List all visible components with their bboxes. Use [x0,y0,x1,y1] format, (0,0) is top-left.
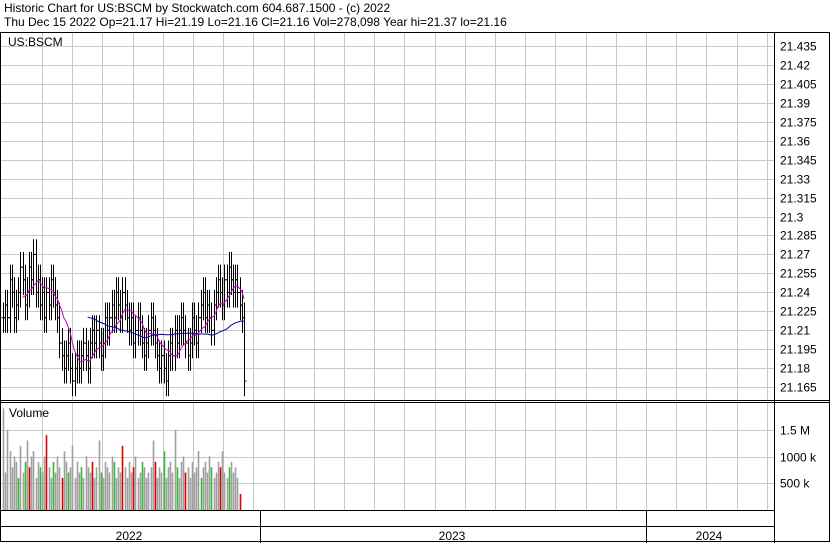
volume-tick-label: 1.5 M [780,424,810,438]
price-tick-label: 21.195 [780,343,817,357]
stock-chart: 21.435 21.42 21.405 21.39 21.375 21.36 21.345 2… [0,32,830,543]
price-tick-label: 21.27 [780,248,810,262]
price-tick-label: 21.24 [780,286,810,300]
price-bars [1,239,247,397]
price-tick-label: 21.36 [780,135,810,149]
price-panel-title: US:BSCM [8,35,63,49]
price-gridlines [1,33,774,400]
price-tick-label: 21.375 [780,116,817,130]
price-tick-label: 21.18 [780,362,810,376]
price-tick-label: 21.33 [780,173,810,187]
year-label: 2023 [439,529,466,543]
price-tick-label: 21.225 [780,305,817,319]
price-tick-label: 21.21 [780,324,810,338]
year-label: 2022 [116,529,143,543]
price-tick-label: 21.405 [780,78,817,92]
price-tick-label: 21.255 [780,267,817,281]
price-tick-label: 21.345 [780,154,817,168]
price-tick-label: 21.435 [780,40,817,54]
volume-bars [2,408,242,510]
outer-border [0,32,830,542]
price-tick-label: 21.3 [780,211,804,225]
volume-tick-label: 1000 k [780,451,817,465]
volume-panel-title: Volume [9,406,49,420]
year-labels: 2022 2023 2024 [116,529,723,543]
price-tick-label: 21.42 [780,59,810,73]
price-tick-label: 21.165 [780,381,817,395]
volume-tick-label: 500 k [780,477,810,491]
price-tick-label: 21.39 [780,97,810,111]
year-label: 2024 [696,529,723,543]
volume-tick-labels: 1.5 M 1000 k 500 k [780,424,817,491]
price-tick-label: 21.315 [780,192,817,206]
moving-average-long [87,316,245,339]
price-tick-label: 21.285 [780,229,817,243]
price-tick-labels: 21.435 21.42 21.405 21.39 21.375 21.36 21.345 2… [780,40,817,395]
chart-frame [0,32,830,543]
